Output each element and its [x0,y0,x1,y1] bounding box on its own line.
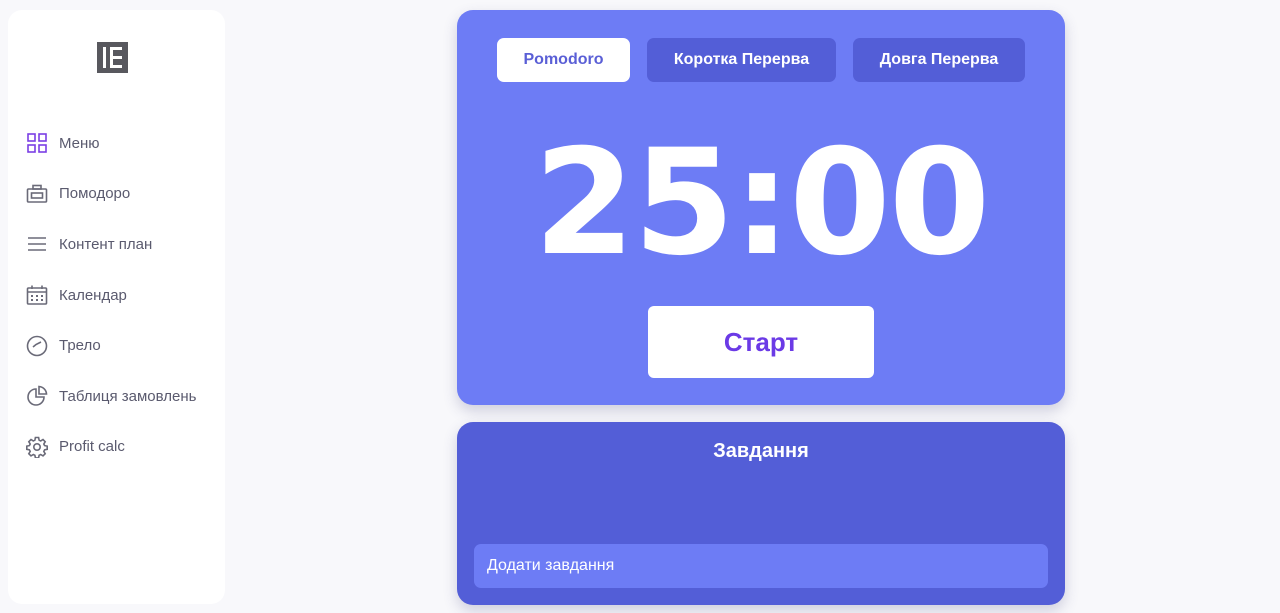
sidebar-item-calendar[interactable]: Календар [25,270,196,321]
sidebar-item-orders-table[interactable]: Таблиця замовлень [25,371,196,422]
start-button[interactable]: Старт [648,306,874,378]
sidebar-item-label: Контент план [59,235,153,253]
lines-icon [25,232,49,256]
sidebar-item-menu[interactable]: Меню [25,118,196,169]
tab-short-break[interactable]: Коротка Перерва [647,38,836,82]
timer-display: 25:00 [533,118,991,288]
sidebar-item-pomodoro[interactable]: Помодоро [25,169,196,220]
sidebar-item-label: Таблиця замовлень [59,387,197,405]
sidebar: Меню Помодоро Контент план Календар Трел… [8,10,225,604]
sidebar-item-trello[interactable]: Трело [25,320,196,371]
check-circle-icon [25,334,49,358]
timer-card: Pomodoro Коротка Перерва Довга Перерва 2… [457,10,1065,405]
sidebar-item-label: Помодоро [59,185,131,203]
sidebar-nav: Меню Помодоро Контент план Календар Трел… [25,118,196,472]
sidebar-item-content-plan[interactable]: Контент план [25,219,196,270]
tasks-card: Завдання [457,422,1065,605]
sidebar-item-label: Календар [59,286,127,304]
tab-long-break[interactable]: Довга Перерва [853,38,1025,82]
timer-box-icon [25,182,49,206]
sidebar-item-label: Profit calc [59,438,125,456]
pie-chart-icon [25,384,49,408]
grid-icon [25,131,49,155]
tab-pomodoro[interactable]: Pomodoro [497,38,630,82]
gear-icon [25,435,49,459]
sidebar-item-label: Трело [59,337,101,355]
calendar-icon [25,283,49,307]
sidebar-item-label: Меню [59,134,100,152]
tasks-title: Завдання [713,440,809,462]
brand-logo-icon[interactable] [97,42,128,73]
sidebar-item-profit-calc[interactable]: Profit calc [25,422,196,473]
add-task-input[interactable] [474,544,1048,588]
